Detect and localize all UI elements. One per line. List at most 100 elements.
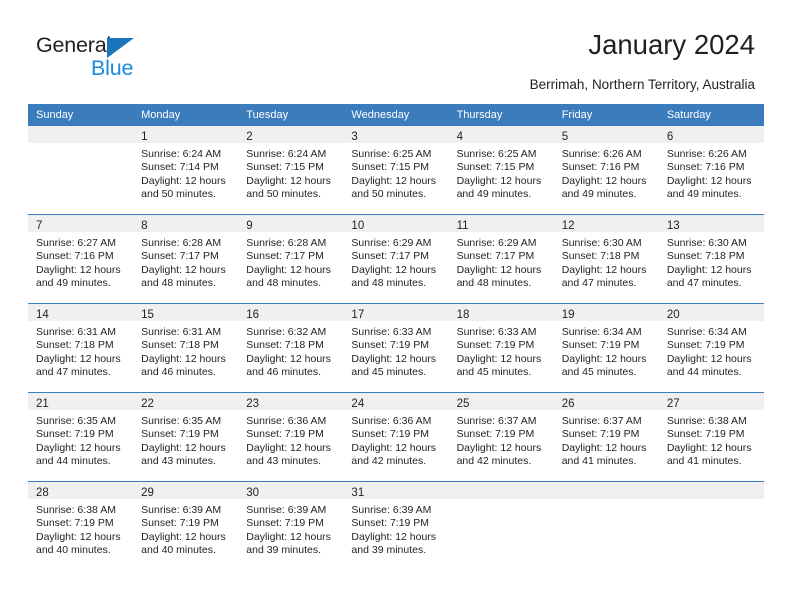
day-details <box>449 499 554 504</box>
day-number: 4 <box>456 131 463 143</box>
day-number-bar: 15 <box>133 304 239 321</box>
day-details: Sunrise: 6:38 AM Sunset: 7:19 PM Daylight:… <box>28 499 133 558</box>
calendar-day-cell[interactable]: 2 Sunrise: 6:24 AM Sunset: 7:15 PM Daylight… <box>238 126 344 215</box>
day-number: 11 <box>456 220 469 232</box>
sunrise-text: Sunrise: 6:24 AM <box>141 148 222 160</box>
day-details: Sunrise: 6:27 AM Sunset: 7:16 PM Daylight:… <box>28 232 133 291</box>
calendar-day-cell[interactable]: 29 Sunrise: 6:39 AM Sunset: 7:19 PM Dayligh… <box>133 481 239 570</box>
sunset-text: Sunset: 7:19 PM <box>666 428 745 441</box>
sunset-text: Sunset: 7:18 PM <box>36 339 114 352</box>
day-number-bar: 7 <box>28 215 134 232</box>
day-number: 31 <box>351 487 365 499</box>
calendar-day-cell[interactable]: 9 Sunrise: 6:28 AM Sunset: 7:17 PM Daylight… <box>238 214 344 304</box>
day-number-bar: 17 <box>343 304 449 321</box>
day-details: Sunrise: 6:39 AM Sunset: 7:19 PM Daylight:… <box>238 499 343 558</box>
daylight-text-line1: Daylight: 12 hours <box>351 352 437 365</box>
calendar-day-cell[interactable]: 5 Sunrise: 6:26 AM Sunset: 7:16 PM Daylight… <box>553 126 659 215</box>
calendar-day-cell[interactable]: 21 Sunrise: 6:35 AM Sunset: 7:19 PM Dayligh… <box>28 392 134 482</box>
calendar-week-row: 14 Sunrise: 6:31 AM Sunset: 7:18 PM Dayligh… <box>28 303 764 393</box>
triangle-logo-icon <box>107 38 134 58</box>
day-details <box>28 143 133 148</box>
sunrise-text: Sunrise: 6:39 AM <box>246 504 327 516</box>
calendar-day-cell[interactable]: 23 Sunrise: 6:36 AM Sunset: 7:19 PM Dayligh… <box>238 392 344 482</box>
sunset-text: Sunset: 7:19 PM <box>666 339 745 352</box>
day-number-bar: 1 <box>133 126 239 143</box>
day-number: 2 <box>246 131 253 143</box>
daylight-text-line2: and 49 minutes. <box>666 188 742 201</box>
calendar-day-cell[interactable]: 1 Sunrise: 6:24 AM Sunset: 7:14 PM Daylight… <box>133 126 239 215</box>
day-number-bar <box>553 482 659 499</box>
day-number: 16 <box>246 309 260 321</box>
daylight-text-line1: Daylight: 12 hours <box>561 441 647 454</box>
sunset-text: Sunset: 7:18 PM <box>666 250 745 263</box>
day-details: Sunrise: 6:34 AM Sunset: 7:19 PM Daylight:… <box>659 321 764 380</box>
day-number-bar: 3 <box>343 126 449 143</box>
calendar-day-cell[interactable]: 20 Sunrise: 6:34 AM Sunset: 7:19 PM Dayligh… <box>658 303 764 393</box>
weekday-header-thursday: Thursday <box>448 104 554 126</box>
daylight-text-line2: and 48 minutes. <box>246 277 321 290</box>
sunset-text: Sunset: 7:17 PM <box>141 250 219 263</box>
day-details: Sunrise: 6:36 AM Sunset: 7:19 PM Daylight:… <box>343 410 448 469</box>
day-number: 6 <box>666 131 674 143</box>
sunset-text: Sunset: 7:19 PM <box>456 339 535 352</box>
location-subtitle: Berrimah, Northern Territory, Australia <box>529 77 755 92</box>
sunset-text: Sunset: 7:14 PM <box>141 161 219 174</box>
day-details <box>554 499 659 504</box>
daylight-text-line2: and 43 minutes. <box>141 455 216 468</box>
calendar-day-cell[interactable]: 28 Sunrise: 6:38 AM Sunset: 7:19 PM Dayligh… <box>28 481 134 570</box>
daylight-text-line2: and 40 minutes. <box>141 544 216 557</box>
day-details: Sunrise: 6:33 AM Sunset: 7:19 PM Daylight:… <box>343 321 448 380</box>
daylight-text-line2: and 48 minutes. <box>351 277 427 290</box>
day-number-bar: 12 <box>553 215 659 232</box>
daylight-text-line1: Daylight: 12 hours <box>666 352 752 365</box>
day-number-bar <box>658 482 764 499</box>
day-number: 29 <box>141 487 154 499</box>
weekday-header-tuesday: Tuesday <box>238 104 344 126</box>
daylight-text-line1: Daylight: 12 hours <box>36 530 121 543</box>
calendar-day-cell[interactable]: 8 Sunrise: 6:28 AM Sunset: 7:17 PM Daylight… <box>133 214 239 304</box>
calendar-day-cell[interactable]: 26 Sunrise: 6:37 AM Sunset: 7:19 PM Dayligh… <box>553 392 659 482</box>
sunrise-text: Sunrise: 6:38 AM <box>666 415 747 427</box>
daylight-text-line2: and 50 minutes. <box>351 188 427 201</box>
day-number-bar: 14 <box>28 304 134 321</box>
daylight-text-line2: and 45 minutes. <box>456 366 532 379</box>
calendar-day-cell[interactable]: 12 Sunrise: 6:30 AM Sunset: 7:18 PM Dayligh… <box>553 214 659 304</box>
daylight-text-line1: Daylight: 12 hours <box>246 174 331 187</box>
calendar-day-cell[interactable]: 31 Sunrise: 6:39 AM Sunset: 7:19 PM Dayligh… <box>343 481 449 570</box>
calendar-day-cell[interactable]: 4 Sunrise: 6:25 AM Sunset: 7:15 PM Daylight… <box>448 126 554 215</box>
daylight-text-line2: and 48 minutes. <box>456 277 532 290</box>
calendar-day-cell[interactable]: 11 Sunrise: 6:29 AM Sunset: 7:17 PM Dayligh… <box>448 214 554 304</box>
calendar-day-cell-empty <box>658 481 764 570</box>
calendar-day-cell[interactable]: 18 Sunrise: 6:33 AM Sunset: 7:19 PM Dayligh… <box>448 303 554 393</box>
calendar-day-cell[interactable]: 6 Sunrise: 6:26 AM Sunset: 7:16 PM Daylight… <box>658 126 764 215</box>
calendar-day-cell[interactable]: 24 Sunrise: 6:36 AM Sunset: 7:19 PM Dayligh… <box>343 392 449 482</box>
calendar-day-cell[interactable]: 25 Sunrise: 6:37 AM Sunset: 7:19 PM Dayligh… <box>448 392 554 482</box>
calendar-day-cell[interactable]: 27 Sunrise: 6:38 AM Sunset: 7:19 PM Dayligh… <box>658 392 764 482</box>
sunrise-text: Sunrise: 6:35 AM <box>141 415 222 427</box>
day-number-bar: 31 <box>343 482 449 499</box>
calendar-day-cell[interactable]: 17 Sunrise: 6:33 AM Sunset: 7:19 PM Dayligh… <box>343 303 449 393</box>
day-number: 22 <box>141 398 154 410</box>
sunset-text: Sunset: 7:19 PM <box>351 517 430 530</box>
day-details: Sunrise: 6:25 AM Sunset: 7:15 PM Daylight:… <box>343 143 448 202</box>
day-details <box>659 499 764 504</box>
calendar-day-cell[interactable]: 10 Sunrise: 6:29 AM Sunset: 7:17 PM Dayligh… <box>343 214 449 304</box>
sunset-text: Sunset: 7:19 PM <box>141 517 219 530</box>
calendar-day-cell[interactable]: 22 Sunrise: 6:35 AM Sunset: 7:19 PM Dayligh… <box>133 392 239 482</box>
calendar-day-cell[interactable]: 30 Sunrise: 6:39 AM Sunset: 7:19 PM Dayligh… <box>238 481 344 570</box>
daylight-text-line1: Daylight: 12 hours <box>456 352 542 365</box>
calendar-day-cell[interactable]: 7 Sunrise: 6:27 AM Sunset: 7:16 PM Daylight… <box>28 214 134 304</box>
sunrise-text: Sunrise: 6:37 AM <box>561 415 642 427</box>
daylight-text-line2: and 45 minutes. <box>561 366 637 379</box>
day-details: Sunrise: 6:34 AM Sunset: 7:19 PM Daylight:… <box>554 321 659 380</box>
calendar-day-cell[interactable]: 13 Sunrise: 6:30 AM Sunset: 7:18 PM Dayligh… <box>658 214 764 304</box>
general-blue-logo[interactable]: General Blue <box>36 33 216 85</box>
calendar-day-cell[interactable]: 3 Sunrise: 6:25 AM Sunset: 7:15 PM Daylight… <box>343 126 449 215</box>
calendar-day-cell[interactable]: 15 Sunrise: 6:31 AM Sunset: 7:18 PM Dayligh… <box>133 303 239 393</box>
day-number: 24 <box>351 398 365 410</box>
calendar-day-cell[interactable]: 14 Sunrise: 6:31 AM Sunset: 7:18 PM Dayligh… <box>28 303 134 393</box>
daylight-text-line2: and 39 minutes. <box>351 544 427 557</box>
calendar-day-cell[interactable]: 16 Sunrise: 6:32 AM Sunset: 7:18 PM Dayligh… <box>238 303 344 393</box>
sunset-text: Sunset: 7:19 PM <box>351 428 430 441</box>
calendar-day-cell[interactable]: 19 Sunrise: 6:34 AM Sunset: 7:19 PM Dayligh… <box>553 303 659 393</box>
